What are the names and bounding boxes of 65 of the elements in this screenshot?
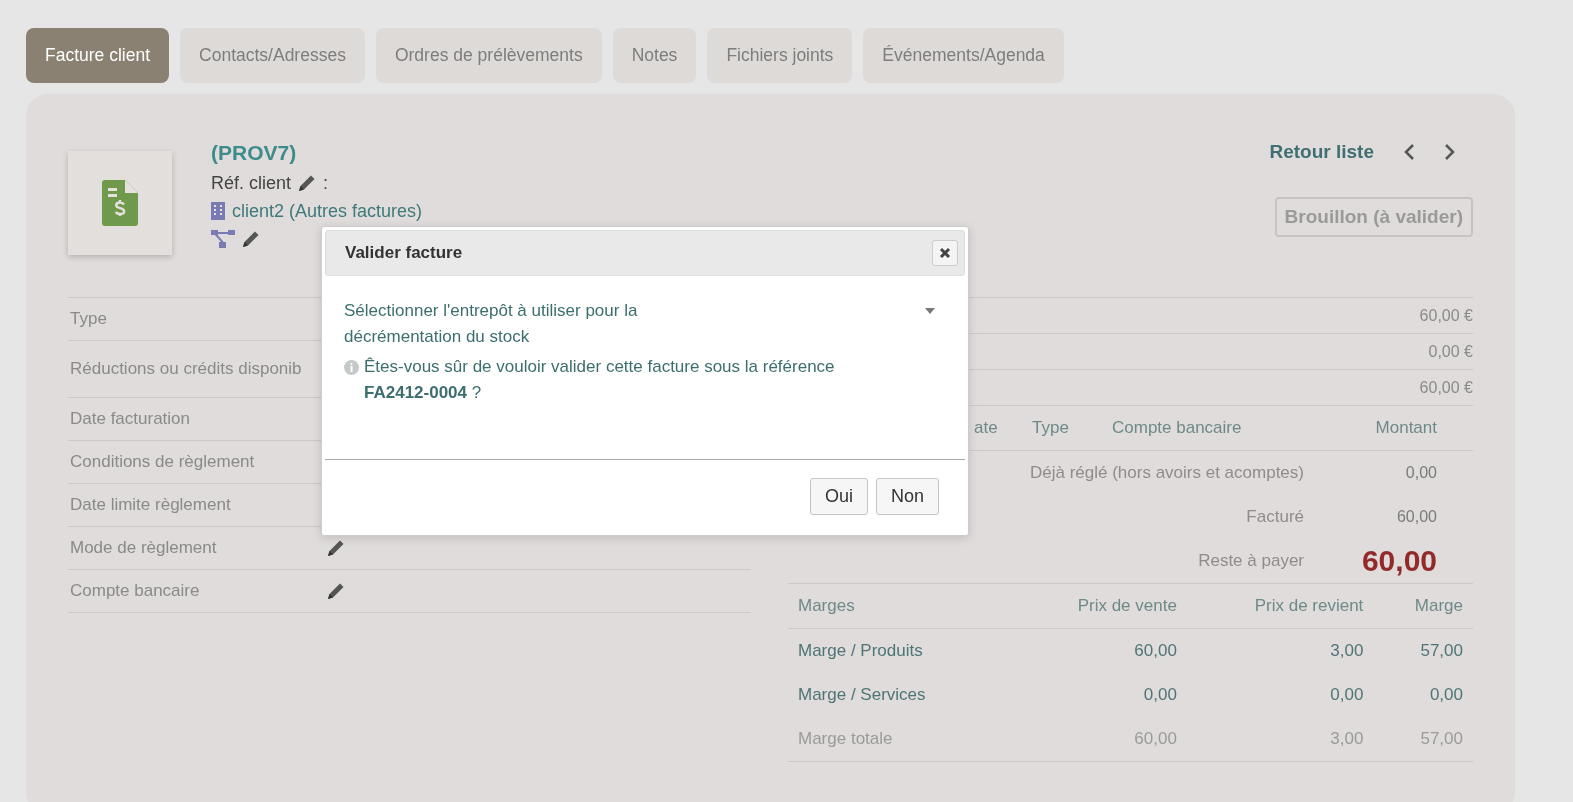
field-label: Type — [70, 309, 108, 329]
tab[interactable]: Ordres de prélèvements — [375, 28, 602, 83]
pencil-icon[interactable] — [241, 229, 261, 249]
pencil-icon[interactable] — [326, 581, 346, 601]
table-cell-text: 0,00 — [1428, 685, 1463, 705]
column-header: Compte bancaire — [1112, 418, 1243, 438]
payment-amount: 0,00 — [1404, 464, 1437, 482]
building-icon — [211, 202, 225, 220]
tab[interactable]: Facture client — [26, 28, 170, 83]
table-cell-text: Marge / Services — [798, 685, 927, 705]
pencil-icon[interactable] — [326, 538, 346, 558]
amount: 60,00 € — [1419, 378, 1473, 397]
table-cell-text: 57,00 — [1419, 641, 1463, 661]
table-cell-text: Marge / Produits — [798, 641, 924, 661]
previous-icon[interactable] — [1403, 143, 1415, 161]
column-header: Prix de vente — [1076, 596, 1177, 616]
field-label: Mode de règlement — [70, 538, 218, 558]
payment-label: Reste à payer — [1198, 551, 1304, 571]
close-button[interactable] — [932, 240, 958, 266]
payment-label: Facturé — [1246, 507, 1304, 527]
field-label: Date facturation — [70, 409, 191, 429]
field-label: Réductions ou crédits disponib — [70, 359, 303, 379]
colon: : — [323, 172, 329, 194]
back-to-list-link[interactable]: Retour liste — [1269, 141, 1374, 163]
tab[interactable]: Contacts/Adresses — [180, 28, 365, 83]
column-header: Marges — [798, 596, 856, 616]
payment-amount: 60,00 — [1395, 508, 1437, 526]
tab[interactable]: Fichiers joints — [707, 28, 853, 83]
table-cell-text: 3,00 — [1329, 729, 1364, 749]
column-header: ate — [974, 418, 999, 438]
table-cell-text: 60,00 — [1133, 729, 1177, 749]
table-cell-text: 57,00 — [1419, 729, 1463, 749]
no-button[interactable]: Non — [875, 477, 939, 515]
column-header: Montant — [1375, 418, 1437, 438]
column-header: Prix de revient — [1253, 596, 1364, 616]
field-label: Compte bancaire — [70, 581, 201, 601]
column-header: Type — [1032, 418, 1070, 438]
yes-button[interactable]: Oui — [809, 477, 868, 515]
status-badge: Brouillon (à valider) — [1274, 197, 1473, 237]
field-label: Date limite règlement — [70, 495, 232, 515]
payment-label: Déjà réglé (hors avoirs et acomptes) — [1030, 463, 1304, 483]
dropdown-caret-icon[interactable] — [925, 308, 935, 314]
info-icon — [344, 360, 359, 375]
hierarchy-icon[interactable] — [211, 230, 235, 248]
table-cell-text: 60,00 — [1133, 641, 1177, 661]
field-label: Conditions de règlement — [70, 452, 256, 472]
tab[interactable]: Événements/Agenda — [863, 28, 1064, 83]
amount: 60,00 € — [1419, 306, 1473, 325]
column-header: Marge — [1413, 596, 1463, 616]
invoice-icon — [102, 180, 138, 226]
tab[interactable]: Notes — [612, 28, 697, 83]
ref-client-label: Réf. client — [211, 172, 292, 194]
invoice-ref: (PROV7) — [211, 141, 298, 166]
table-cell-text: 3,00 — [1329, 641, 1364, 661]
close-icon — [939, 247, 951, 259]
dialog-title: Valider facture — [345, 243, 463, 263]
payment-amount: 60,00 — [1360, 544, 1437, 578]
amount: 0,00 € — [1428, 342, 1473, 361]
warehouse-select-label: Sélectionner l'entrepôt à utiliser pour la décrémentation du stock — [344, 300, 639, 348]
confirm-question: Êtes-vous sûr de vouloir valider cette facture sous la référence FA2412-0004 ? — [364, 356, 836, 404]
client-link[interactable]: client2 (Autres factures) — [232, 200, 423, 222]
table-cell-text: 0,00 — [1142, 685, 1177, 705]
table-cell-text: Marge totale — [798, 729, 894, 749]
next-icon[interactable] — [1444, 143, 1456, 161]
table-cell-text: 0,00 — [1329, 685, 1364, 705]
